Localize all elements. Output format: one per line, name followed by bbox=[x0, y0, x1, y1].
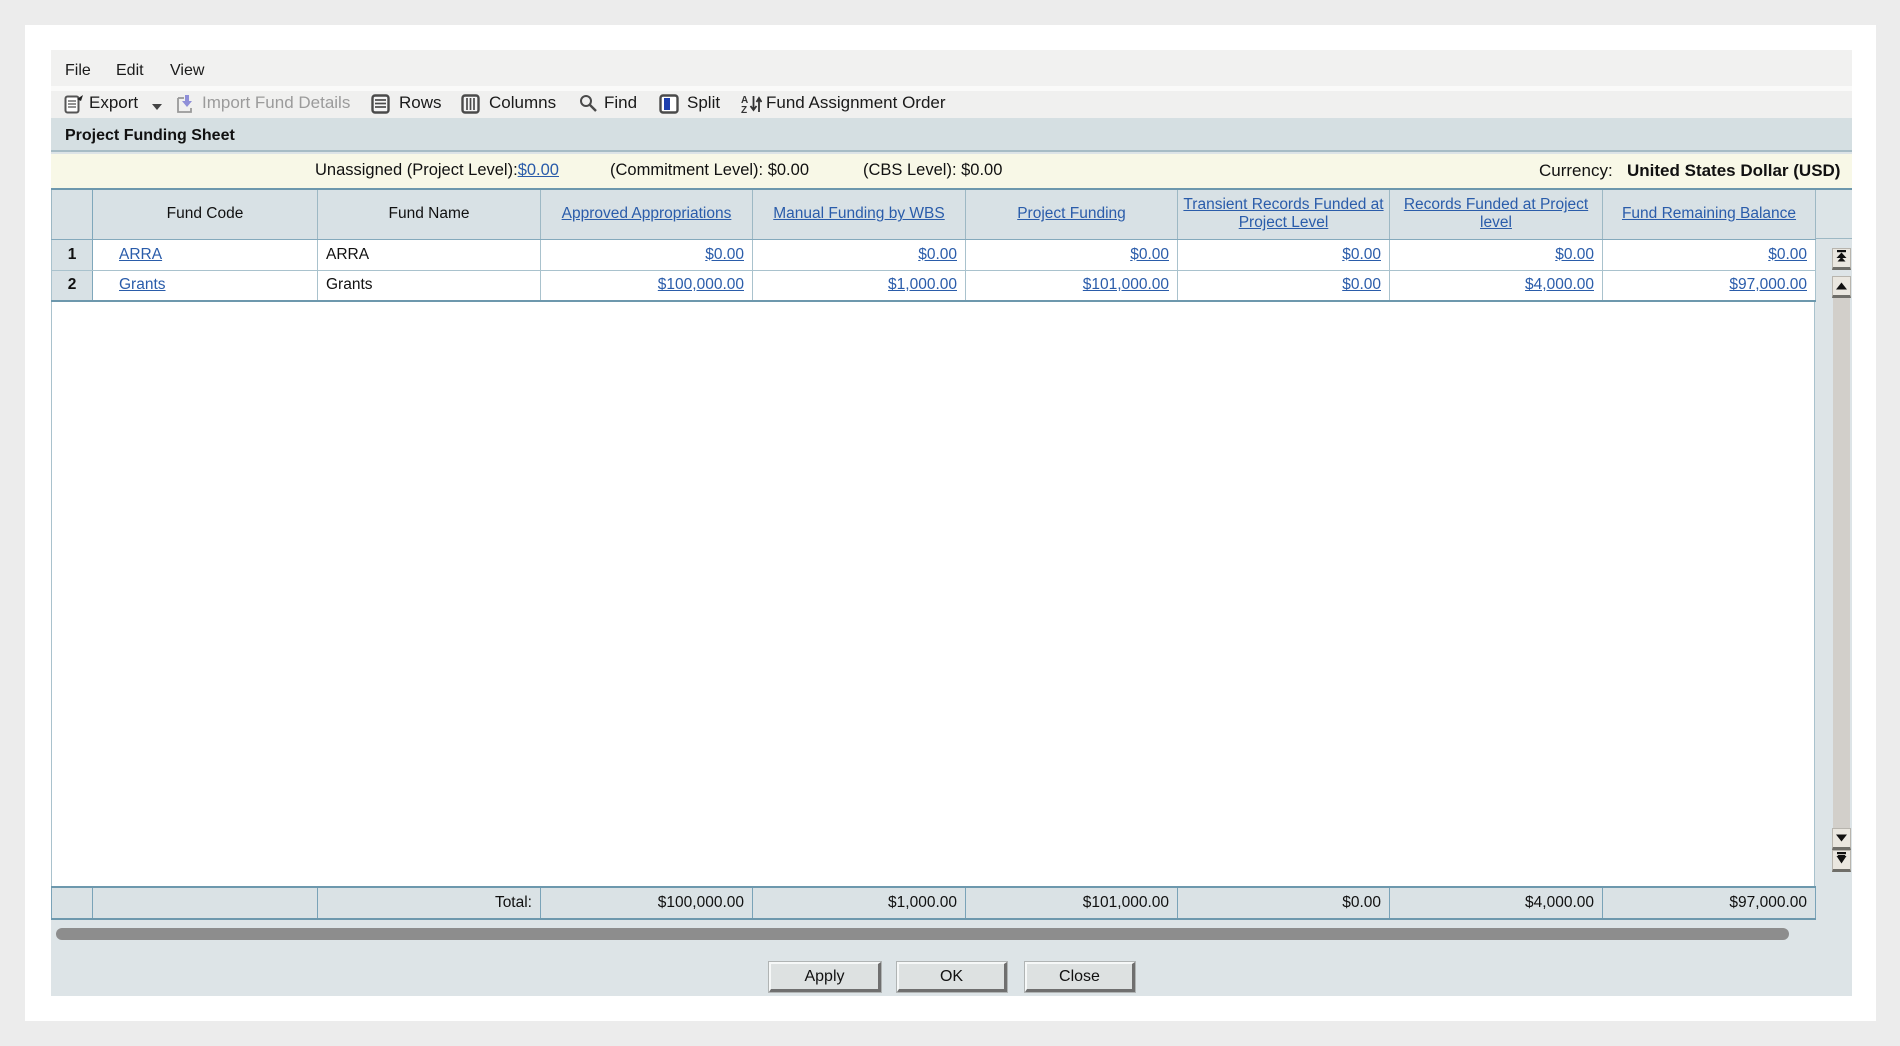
svg-text:Z: Z bbox=[741, 105, 747, 114]
